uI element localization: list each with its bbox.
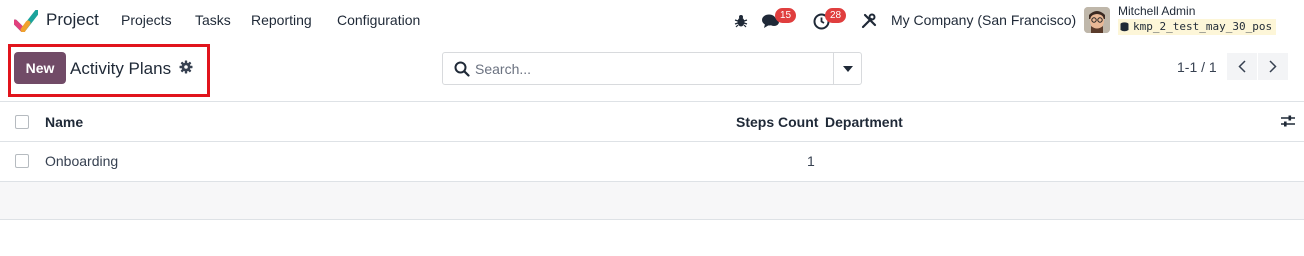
search-bar [442,52,862,85]
sliders-icon[interactable] [1280,113,1296,129]
app-logo-icon[interactable] [14,10,38,32]
chevron-left-icon [1238,60,1246,73]
pager-next-button[interactable] [1258,53,1288,80]
search-icon [454,61,470,77]
caret-down-icon [842,65,853,72]
page-title: Activity Plans [70,59,172,78]
table-row[interactable]: Onboarding 1 [0,142,1304,182]
gear-icon[interactable] [179,60,193,74]
database-name: kmp_2_test_may_30_pos [1133,20,1273,33]
app-name[interactable]: Project [46,10,99,30]
cell-steps-count: 1 [807,153,815,169]
menu-projects[interactable]: Projects [121,12,172,28]
menu-configuration[interactable]: Configuration [337,12,420,28]
column-header-name[interactable]: Name [45,114,83,130]
select-all-checkbox[interactable] [15,115,29,129]
new-button[interactable]: New [14,52,66,84]
pager-previous-button[interactable] [1227,53,1257,80]
menu-reporting[interactable]: Reporting [251,12,312,28]
menu-tasks[interactable]: Tasks [195,12,231,28]
avatar[interactable] [1084,7,1110,33]
top-navbar: Project Projects Tasks Reporting Configu… [0,0,1304,41]
messages-badge: 15 [775,8,797,23]
table-header: Name Steps Count Department [0,101,1304,142]
company-switcher[interactable]: My Company (San Francisco) [891,12,1076,28]
tools-icon[interactable] [859,11,879,31]
table-footer [0,182,1304,220]
search-options-toggle[interactable] [833,53,861,84]
row-checkbox[interactable] [15,154,29,168]
pager-value[interactable]: 1-1 / 1 [1177,59,1217,75]
cell-name: Onboarding [45,153,119,169]
user-name[interactable]: Mitchell Admin [1118,4,1195,18]
database-badge: kmp_2_test_may_30_pos [1118,19,1277,35]
search-input[interactable] [474,53,830,84]
activities-badge: 28 [825,8,847,23]
column-header-department[interactable]: Department [825,114,903,130]
database-icon [1120,22,1129,32]
chevron-right-icon [1269,60,1277,73]
column-header-steps-count[interactable]: Steps Count [736,114,818,130]
bug-icon[interactable] [731,11,751,31]
